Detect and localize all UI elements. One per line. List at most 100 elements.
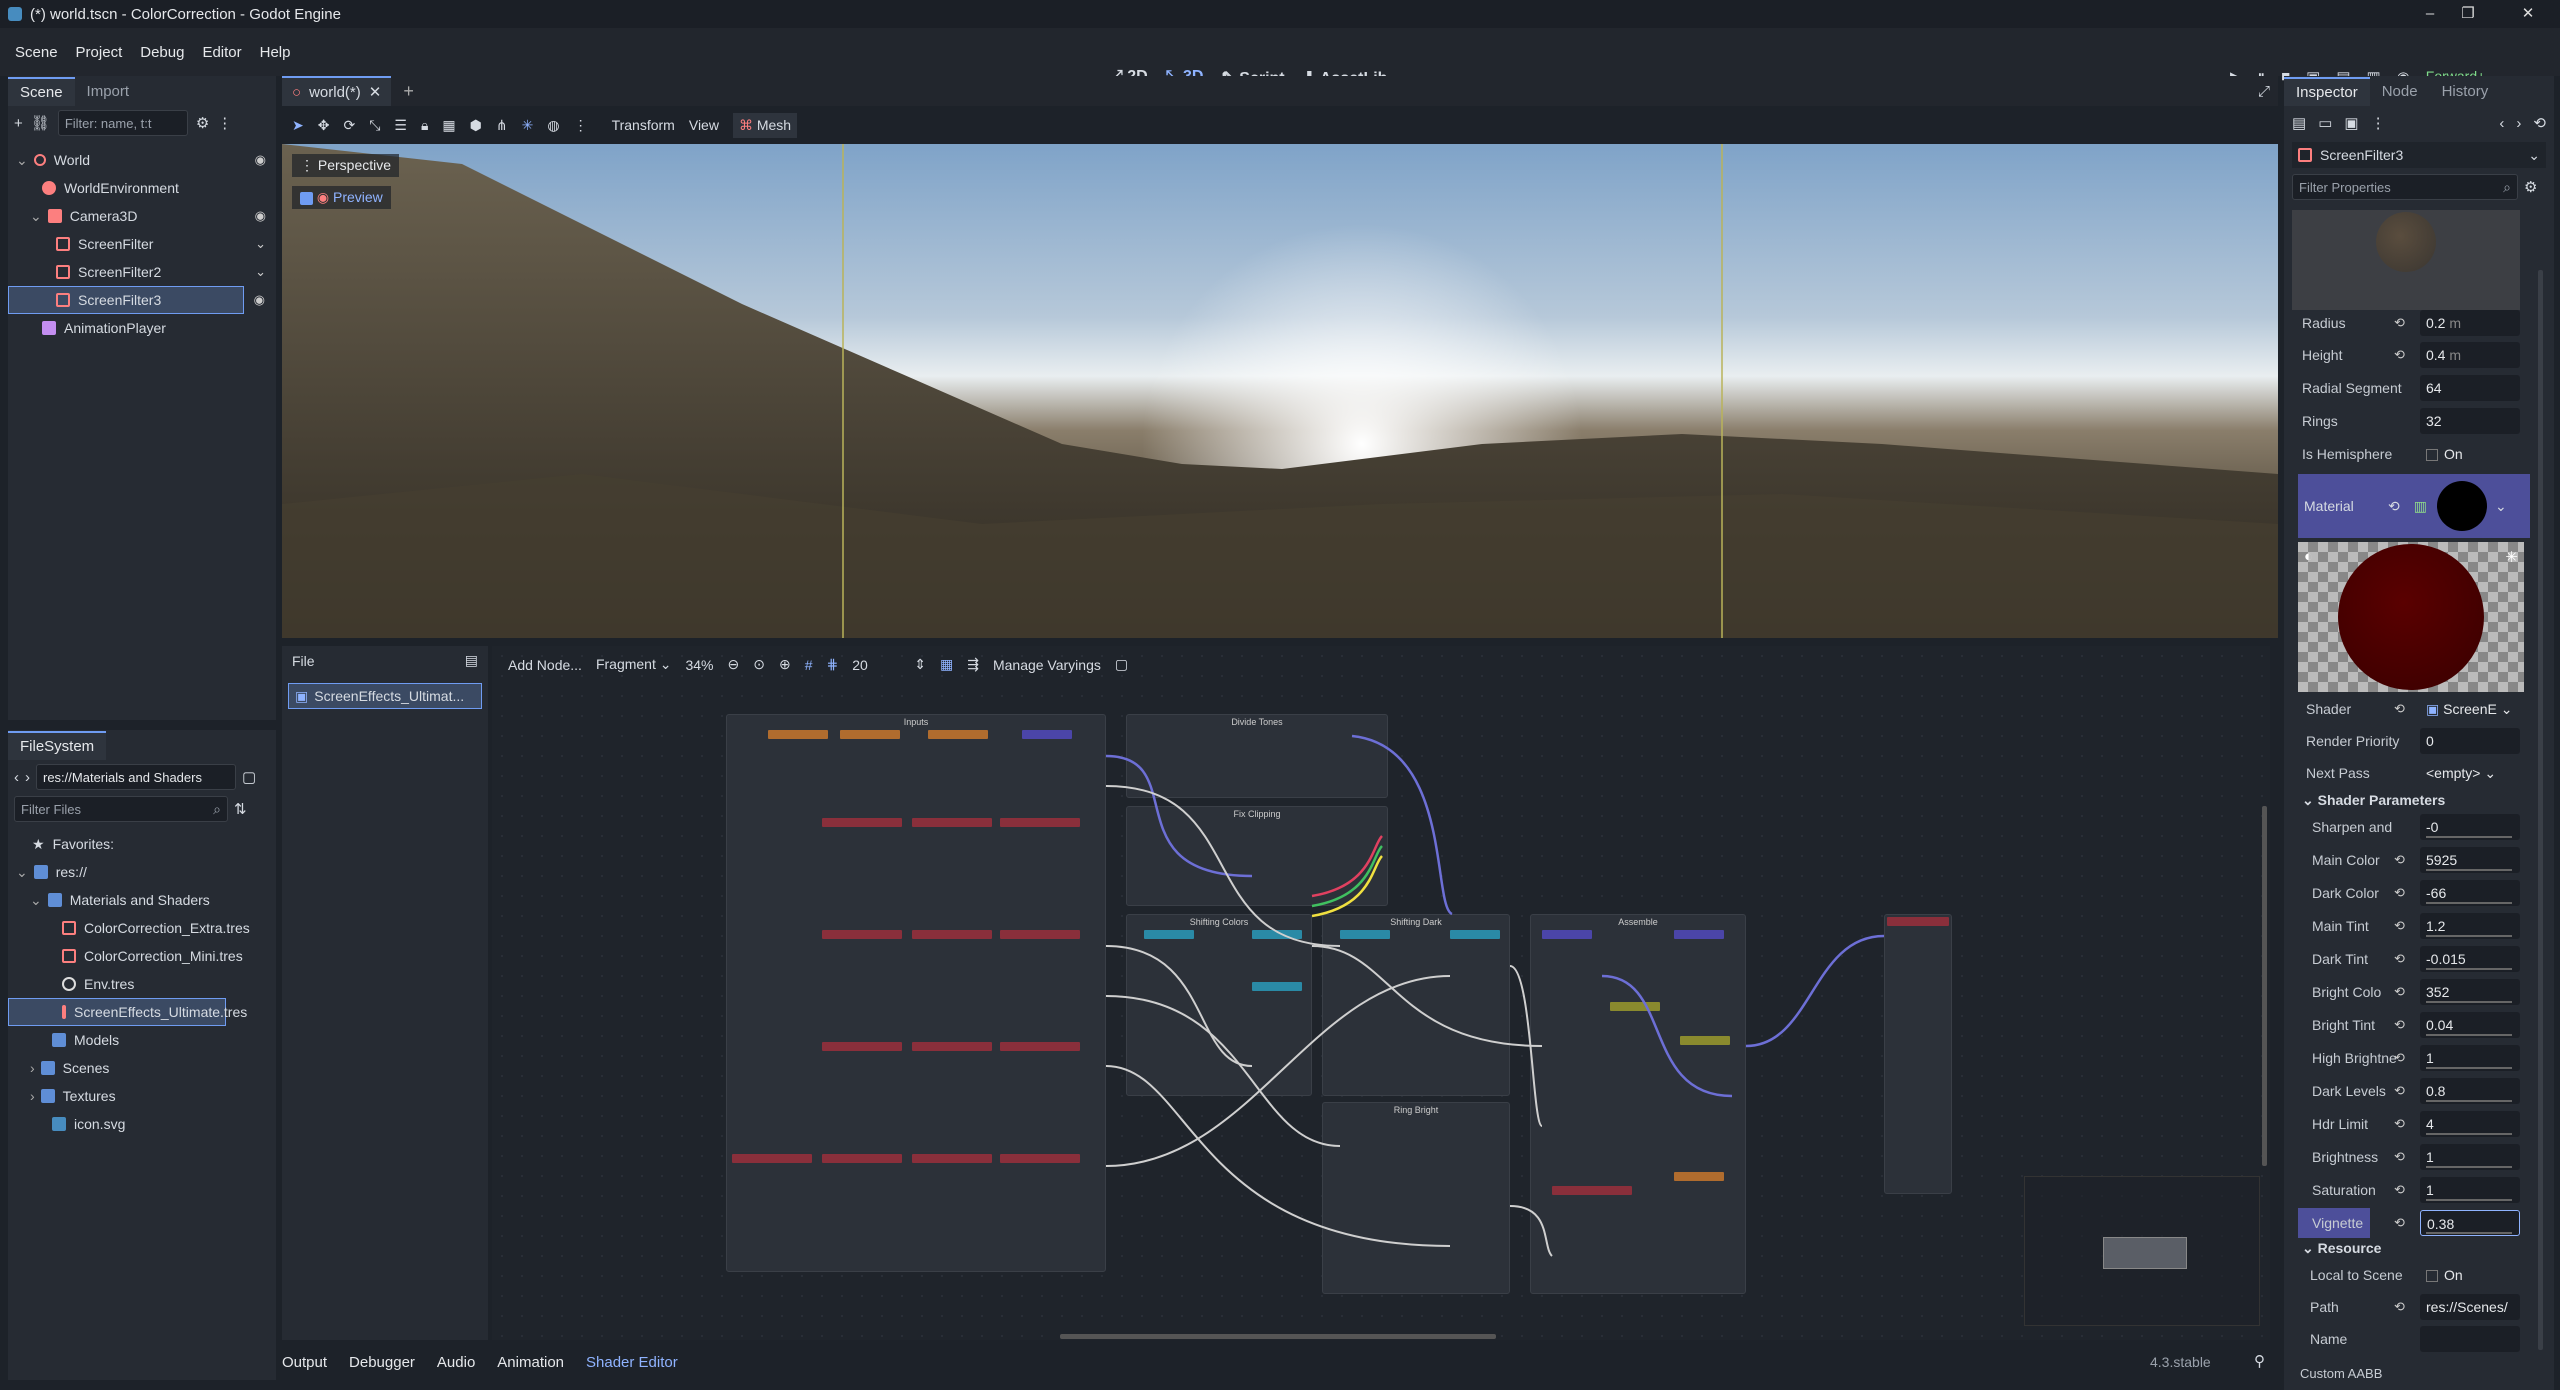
fs-file[interactable]: ColorCorrection_Extra.tres <box>8 914 276 942</box>
manage-varyings-button[interactable]: Manage Varyings <box>993 657 1101 673</box>
inspector-scrollbar[interactable] <box>2538 270 2543 1350</box>
param-slider[interactable] <box>2426 902 2512 904</box>
snap-spin-icon[interactable]: ⇕ <box>914 656 926 673</box>
revert-icon[interactable]: ⟲ <box>2394 984 2405 1000</box>
param-slider[interactable] <box>2426 1199 2512 1201</box>
inspected-object[interactable]: ScreenFilter3 ⌄ <box>2292 142 2546 168</box>
new-tab-icon[interactable]: + <box>403 81 414 102</box>
revert-icon[interactable]: ⟲ <box>2394 1017 2405 1033</box>
perspective-menu[interactable]: ⋮ Perspective <box>292 154 400 177</box>
prop-value[interactable]: res://Scenes/ <box>2420 1294 2520 1320</box>
visibility-icon[interactable]: ◉ <box>254 292 265 308</box>
tab-history[interactable]: History <box>2430 78 2501 105</box>
tree-node-screenfilter[interactable]: ScreenFilter ⌄ <box>8 230 276 258</box>
scale-tool-icon[interactable]: ⤡ <box>369 117 380 134</box>
file-menu[interactable]: File <box>292 653 315 669</box>
snap-toggle-icon[interactable]: ⋕ <box>827 656 839 673</box>
tab-shader-editor[interactable]: Shader Editor <box>586 1354 678 1371</box>
back-icon[interactable]: ‹ <box>14 769 19 786</box>
environment-toggle-icon[interactable]: ◍ <box>547 117 559 134</box>
object-history-icon[interactable]: ⟲ <box>2533 114 2546 132</box>
hidden-icon[interactable]: ⌄ <box>255 236 266 252</box>
revert-icon[interactable]: ⟲ <box>2394 951 2405 967</box>
tab-audio[interactable]: Audio <box>437 1354 475 1371</box>
graph-vscrollbar[interactable] <box>2262 806 2267 1166</box>
new-resource-icon[interactable]: ▤ <box>2292 114 2306 132</box>
lock-icon[interactable]: 🔒︎ <box>421 117 428 134</box>
zoom-out-icon[interactable]: ⊖ <box>728 656 740 673</box>
add-node-button[interactable]: Add Node... <box>508 657 582 673</box>
param-slider[interactable] <box>2426 1067 2512 1069</box>
history-back-icon[interactable]: ‹ <box>2499 115 2504 132</box>
param-slider[interactable] <box>2426 968 2512 970</box>
shader-mode-select[interactable]: Fragment ⌄ <box>596 656 672 673</box>
link-icon[interactable]: ⛓ <box>31 114 50 132</box>
fs-file[interactable]: Env.tres <box>8 970 276 998</box>
group-icon[interactable]: ▦ <box>442 117 455 134</box>
tab-inspector[interactable]: Inspector <box>2284 76 2370 106</box>
tab-output[interactable]: Output <box>282 1354 327 1371</box>
fs-res[interactable]: ⌄ res:// <box>8 858 276 886</box>
tree-node-worldenvironment[interactable]: WorldEnvironment <box>8 174 276 202</box>
revert-icon[interactable]: ⟲ <box>2388 498 2400 515</box>
sort-icon[interactable]: ⇅ <box>234 800 247 818</box>
snap-distance[interactable]: 20 <box>852 657 900 673</box>
more-icon[interactable]: ⋮ <box>217 114 232 132</box>
revert-icon[interactable]: ⟲ <box>2394 1215 2405 1231</box>
shader-file-item[interactable]: ▣ ScreenEffects_Ultimat... <box>288 683 482 709</box>
material-thumbnail[interactable] <box>2436 481 2487 531</box>
tab-filesystem[interactable]: FileSystem <box>8 730 107 760</box>
tree-node-world[interactable]: ⌄ World ◉ <box>8 146 276 174</box>
rotate-tool-icon[interactable]: ⟳ <box>343 117 355 134</box>
param-slider[interactable] <box>2426 935 2512 937</box>
revert-icon[interactable]: ⟲ <box>2394 701 2405 717</box>
more-options-icon[interactable]: ⋮ <box>574 117 588 134</box>
graph-minimap[interactable] <box>2024 1176 2260 1326</box>
param-slider[interactable] <box>2426 869 2512 871</box>
settings-icon[interactable]: ⚙ <box>2524 178 2537 196</box>
graph-hscrollbar[interactable] <box>1060 1334 1496 1339</box>
section-shader-parameters[interactable]: ⌄ Shader Parameters <box>2302 792 2445 809</box>
tab-node[interactable]: Node <box>2370 78 2430 105</box>
tree-node-animationplayer[interactable]: AnimationPlayer <box>8 314 276 342</box>
revert-icon[interactable]: ⟲ <box>2394 918 2405 934</box>
prop-value[interactable]: 0 <box>2420 728 2520 754</box>
param-slider[interactable] <box>2426 836 2512 838</box>
visibility-icon[interactable]: ◉ <box>255 152 266 168</box>
chevron-down-icon[interactable]: ⌄ <box>2495 498 2507 515</box>
add-node-icon[interactable]: + <box>14 115 23 132</box>
param-slider[interactable] <box>2426 1133 2512 1135</box>
close-tab-icon[interactable]: ✕ <box>369 83 382 101</box>
view-menu[interactable]: View <box>689 117 719 133</box>
revert-icon[interactable]: ⟲ <box>2394 1116 2405 1132</box>
minimize-icon[interactable]: – <box>2410 0 2450 28</box>
menu-help[interactable]: Help <box>251 44 300 61</box>
param-slider[interactable] <box>2426 1034 2512 1036</box>
fs-scenes-folder[interactable]: › Scenes <box>8 1054 276 1082</box>
menu-debug[interactable]: Debug <box>131 44 193 61</box>
prop-value[interactable]: 0.4 m <box>2420 342 2520 368</box>
inspector-filter-input[interactable]: Filter Properties ⌕ <box>2292 174 2518 200</box>
revert-icon[interactable]: ⟲ <box>2394 347 2405 363</box>
snap-icon[interactable]: ⋔ <box>496 117 508 134</box>
select-tool-icon[interactable]: ➤ <box>292 117 304 134</box>
graph-group-ring-bright[interactable]: Ring Bright <box>1322 1102 1510 1294</box>
hidden-icon[interactable]: ⌄ <box>255 264 266 280</box>
light1-icon[interactable]: ◐ <box>2304 548 2313 565</box>
more-icon[interactable]: ⋮ <box>2371 114 2386 132</box>
history-forward-icon[interactable]: › <box>2516 115 2521 132</box>
close-icon[interactable]: ✕ <box>2508 0 2548 28</box>
revert-icon[interactable]: ⟲ <box>2394 1050 2405 1066</box>
graph-group-inputs[interactable]: Inputs <box>726 714 1106 1272</box>
fs-textures-folder[interactable]: › Textures <box>8 1082 276 1110</box>
panel-pin-icon[interactable]: ⚲ <box>2254 1352 2265 1370</box>
graph-group-shifting-dark[interactable]: Shifting Dark <box>1322 914 1510 1096</box>
revert-icon[interactable]: ⟲ <box>2394 1182 2405 1198</box>
list-tool-icon[interactable]: ☰ <box>394 117 407 134</box>
visibility-icon[interactable]: ◉ <box>255 208 266 224</box>
tab-debugger[interactable]: Debugger <box>349 1354 415 1371</box>
arrange-icon[interactable]: ⇶ <box>967 656 979 673</box>
param-slider[interactable] <box>2426 1166 2512 1168</box>
preview-toggle[interactable]: ◉ Preview <box>292 186 391 209</box>
distraction-free-icon[interactable]: ⤢ <box>2258 83 2270 100</box>
